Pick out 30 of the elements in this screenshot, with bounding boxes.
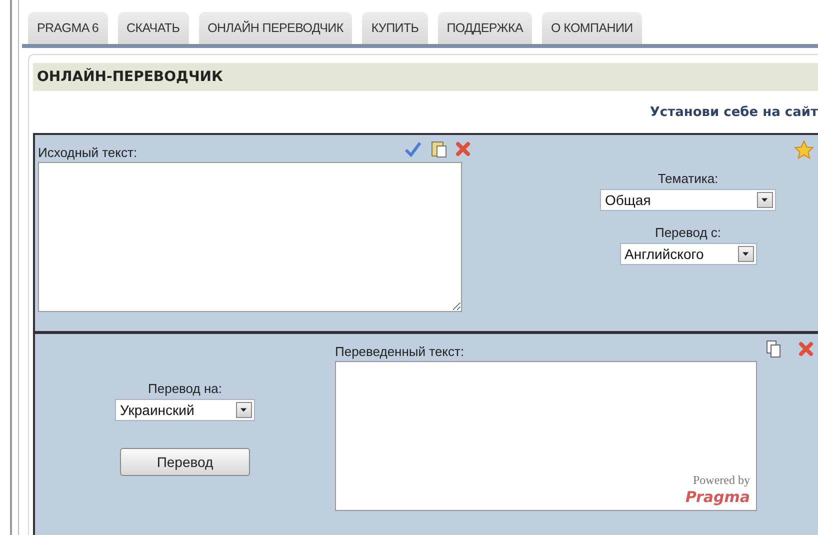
close-icon[interactable] [798,341,814,357]
field-label: Перевод на: [148,381,222,396]
dropdown[interactable]: Украинский [115,399,255,421]
logo-text: Pragma [685,488,750,506]
check-icon[interactable] [403,140,423,158]
dropdown[interactable]: Общая [600,189,776,211]
field-label: Перевод с: [654,225,722,240]
nav-tab[interactable]: ОНЛАЙН ПЕРЕВОДЧИК [198,12,352,44]
nav-tab[interactable]: ПОДДЕРЖКА [438,12,532,44]
field-label: Тематика: [658,171,718,186]
clipboard-icon[interactable] [431,140,447,158]
nav-tab[interactable]: О КОМПАНИИ [542,12,642,44]
dropdown[interactable]: Английского [620,243,756,265]
translate-button[interactable]: Перевод [120,448,250,476]
nav-tab[interactable]: PRAGMA 6 [28,12,108,44]
powered-by-text: Powered by [693,473,750,488]
translated-text-field[interactable]: Powered by Pragma [335,361,757,511]
install-link[interactable]: Установи себе на сайт [650,104,818,120]
star-icon[interactable] [794,140,814,160]
nav-tab[interactable]: КУПИТЬ [362,12,428,44]
copy-icon[interactable] [766,340,782,358]
nav-tab[interactable]: СКАЧАТЬ [118,12,189,44]
field-label: Переведенный текст: [335,344,466,359]
caret-icon [236,402,252,418]
caret-icon [757,192,773,208]
source-text-field[interactable] [38,162,462,312]
field-label: Исходный текст: [38,145,138,160]
caret-icon [738,246,754,262]
close-icon[interactable] [455,141,471,157]
page-title: ОНЛАЙН-ПЕРЕВОДЧИК [33,63,818,91]
